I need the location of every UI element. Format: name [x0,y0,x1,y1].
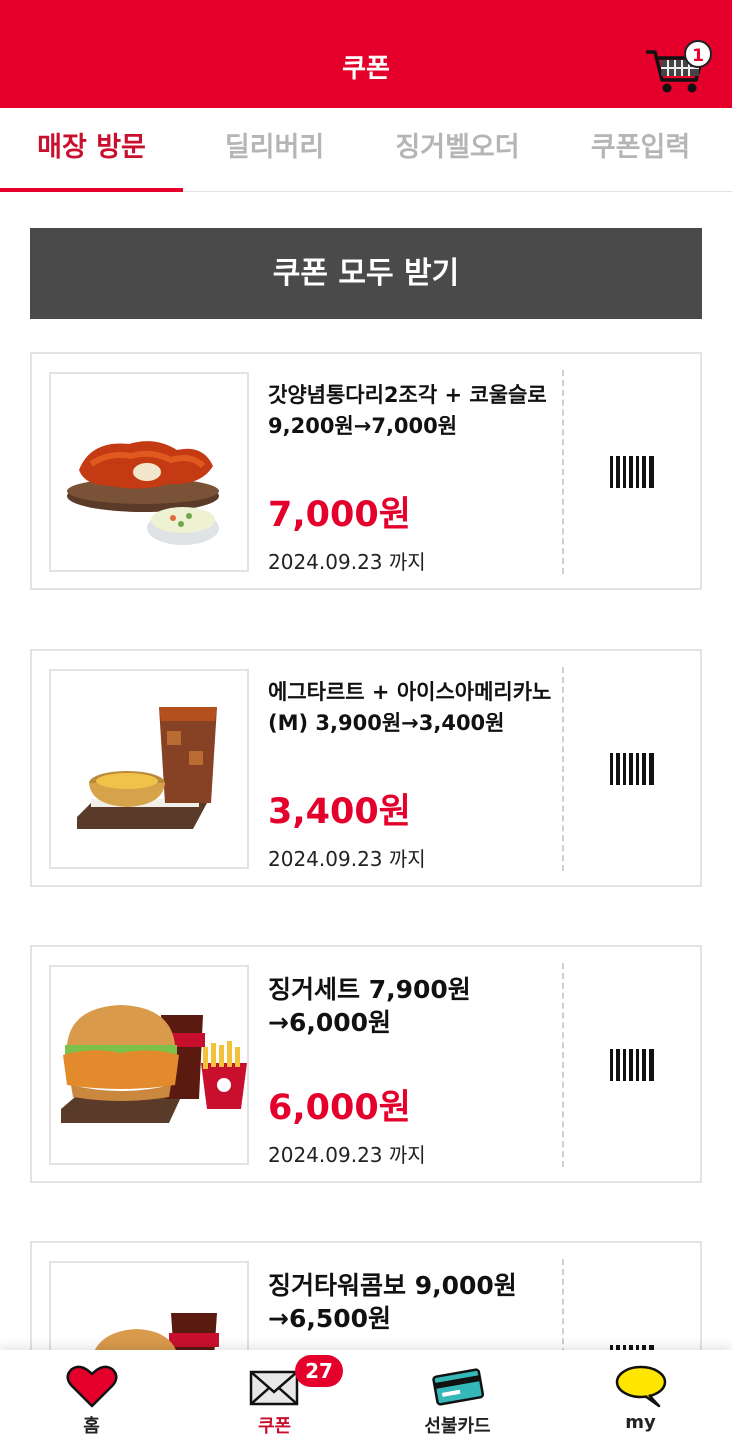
nav-home[interactable]: 홈 [0,1350,183,1440]
nav-my[interactable]: my [549,1350,732,1440]
coupon-price: 6,000원 [268,1088,411,1128]
cart-count-badge: 1 [684,40,712,68]
coupon-title: 징거세트 7,900원 →6,000원 [268,975,471,1037]
dashed-divider [562,963,564,1167]
speech-bubble-icon [615,1365,667,1408]
tab-zingerbell-order[interactable]: 징거벨오더 [366,108,549,192]
envelope-icon [249,1370,299,1406]
nav-label-my: my [625,1412,656,1433]
barcode-icon[interactable] [610,456,654,488]
coupon-image [49,372,249,572]
heart-icon [66,1365,118,1408]
coupon-image [49,669,249,869]
coupon-tabs: 매장 방문 딜리버리 징거벨오더 쿠폰입력 [0,108,732,192]
page-title: 쿠폰 [342,54,390,84]
bottom-navigation: 홈 27 쿠폰 선불카드 my [0,1350,732,1440]
dashed-divider [562,667,564,871]
coupon-count-badge: 27 [295,1355,343,1387]
nav-label-coupon: 쿠폰 [257,1416,292,1437]
tab-store-visit[interactable]: 매장 방문 [0,108,183,192]
claim-all-coupons-button[interactable]: 쿠폰 모두 받기 [30,228,702,319]
barcode-icon[interactable] [610,753,654,785]
coupon-price: 3,400원 [268,792,411,832]
nav-coupon[interactable]: 27 쿠폰 [183,1350,366,1440]
nav-label-prepaid-card: 선불카드 [424,1416,491,1437]
coupon-expiry: 2024.09.23 까지 [268,1143,426,1167]
nav-prepaid-card[interactable]: 선불카드 [366,1350,549,1440]
tab-delivery[interactable]: 딜리버리 [183,108,366,192]
coupon-image [49,965,249,1165]
coupon-card[interactable]: 에그타르트 + 아이스아메리카노 (M) 3,900원→3,400원 3,400… [30,649,702,887]
coupon-title: 징거타워콤보 9,000원 →6,500원 [268,1271,517,1333]
nav-label-home: 홈 [83,1416,100,1437]
tab-coupon-entry[interactable]: 쿠폰입력 [549,108,732,192]
coupon-card[interactable]: 갓양념통다리2조각 + 코울슬로 9,200원→7,000원 7,000원 20… [30,352,702,590]
active-tab-indicator [0,188,183,192]
dashed-divider [562,370,564,574]
coupon-price: 7,000원 [268,495,411,535]
coupon-expiry: 2024.09.23 까지 [268,550,426,574]
coupon-title: 갓양념통다리2조각 + 코울슬로 9,200원→7,000원 [268,383,547,438]
app-header: 쿠폰 [0,0,732,108]
barcode-icon[interactable] [610,1049,654,1081]
coupon-title: 에그타르트 + 아이스아메리카노 (M) 3,900원→3,400원 [268,680,552,735]
card-icon [432,1368,484,1406]
coupon-card[interactable]: 징거세트 7,900원 →6,000원 6,000원 2024.09.23 까지 [30,945,702,1183]
coupon-expiry: 2024.09.23 까지 [268,847,426,871]
